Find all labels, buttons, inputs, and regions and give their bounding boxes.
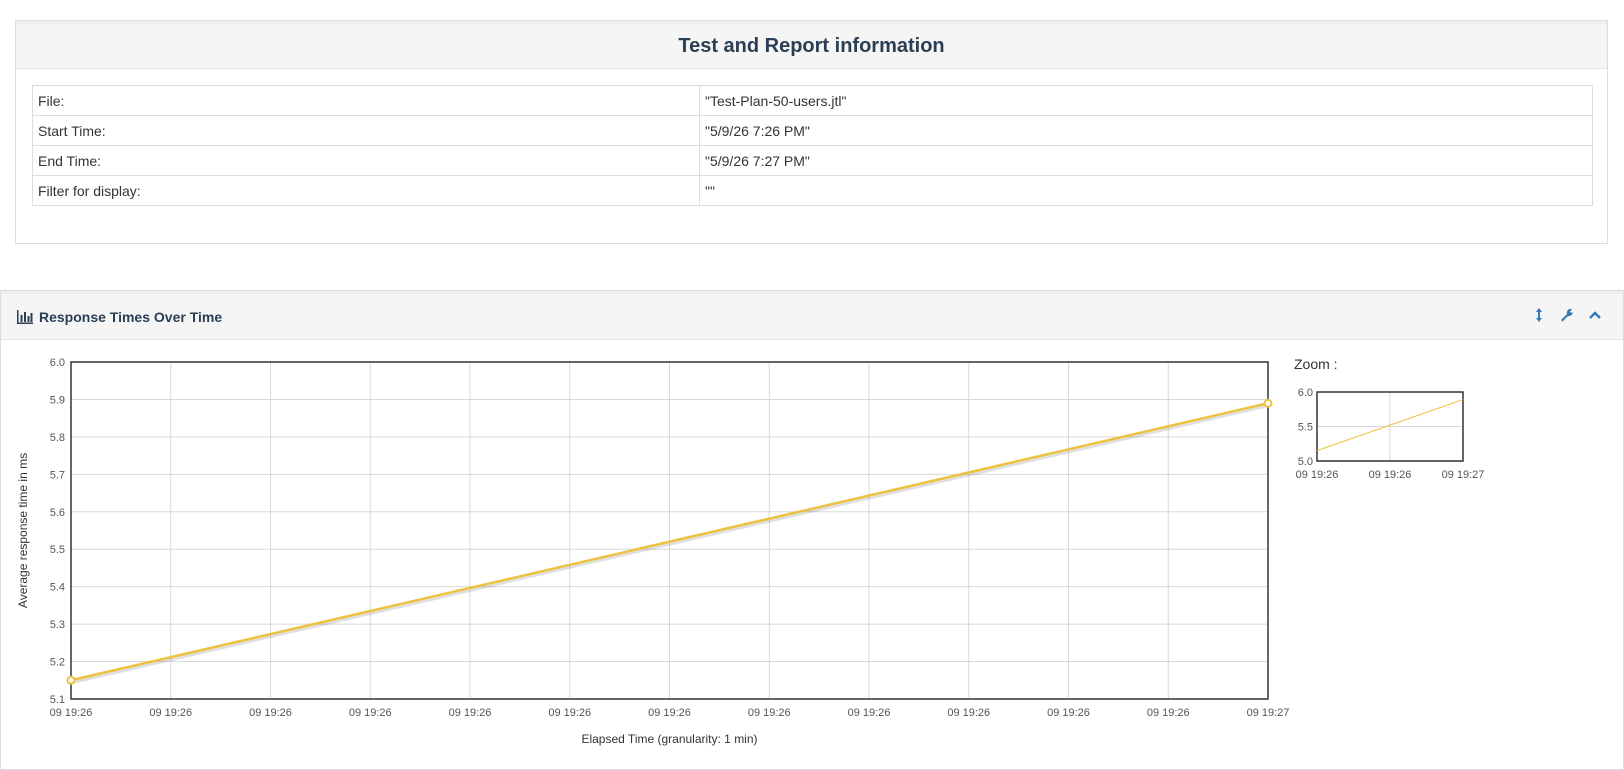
info-key: End Time: [32, 145, 700, 176]
table-row: Filter for display: "" [32, 175, 1593, 206]
resize-vertical-icon[interactable] [1531, 307, 1547, 323]
table-row: Start Time: "5/9/26 7:26 PM" [32, 115, 1593, 146]
info-key: Start Time: [32, 115, 700, 146]
info-value: "" [699, 175, 1593, 206]
info-value: "Test-Plan-50-users.jtl" [699, 85, 1593, 116]
info-key: Filter for display: [32, 175, 700, 206]
chart-panel-title: Response Times Over Time [39, 308, 223, 325]
bar-chart-icon [17, 309, 33, 324]
table-row: End Time: "5/9/26 7:27 PM" [32, 145, 1593, 176]
info-table: File: "Test-Plan-50-users.jtl" Start Tim… [32, 85, 1593, 206]
info-value: "5/9/26 7:26 PM" [699, 115, 1593, 146]
info-panel-title: Test and Report information [678, 34, 945, 57]
info-panel-header: Test and Report information [16, 21, 1607, 69]
response-times-panel: Response Times Over Time [0, 290, 1624, 770]
test-report-info-panel: Test and Report information File: "Test-… [15, 20, 1608, 244]
info-value: "5/9/26 7:27 PM" [699, 145, 1593, 176]
panel-tools [1531, 307, 1603, 323]
wrench-icon[interactable] [1559, 307, 1575, 323]
chevron-up-icon[interactable] [1587, 307, 1603, 323]
chart-panel-header: Response Times Over Time [1, 291, 1623, 340]
info-key: File: [32, 85, 700, 116]
table-row: File: "Test-Plan-50-users.jtl" [32, 85, 1593, 116]
zoom-label: Zoom : [1294, 356, 1338, 372]
